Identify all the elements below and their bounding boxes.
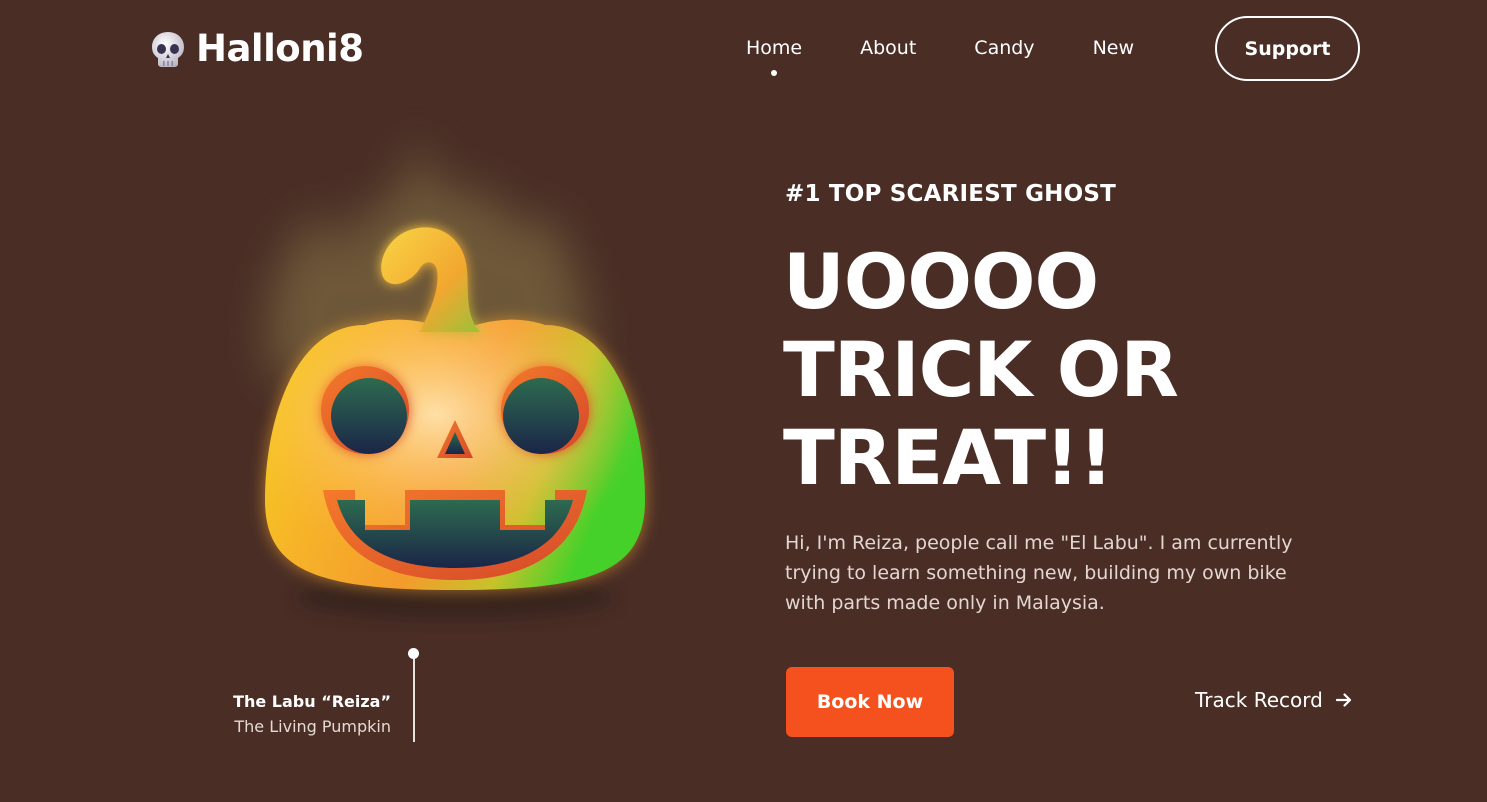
hero-description: Hi, I'm Reiza, people call me "El Labu".… bbox=[785, 532, 1293, 614]
brand-logo[interactable]: Halloni8 bbox=[150, 27, 364, 70]
nav-item-home[interactable]: Home bbox=[746, 37, 803, 76]
skull-icon bbox=[152, 31, 184, 67]
nav-item-label: New bbox=[1092, 37, 1135, 59]
book-now-button[interactable]: Book Now bbox=[786, 667, 954, 737]
main-nav: Home About Candy New bbox=[720, 0, 1192, 96]
track-record-label: Track Record bbox=[1195, 688, 1323, 712]
track-record-link[interactable]: Track Record bbox=[1195, 688, 1353, 712]
character-subtitle: The Living Pumpkin bbox=[234, 717, 391, 736]
headline-line: TREAT!! bbox=[783, 413, 1113, 502]
caption-pin bbox=[408, 648, 419, 659]
nav-item-label: About bbox=[860, 37, 917, 59]
brand-name: Halloni8 bbox=[196, 27, 364, 70]
hero-headline: UOOOO TRICK OR TREAT!! bbox=[783, 237, 1179, 502]
headline-line: TRICK OR bbox=[783, 325, 1179, 414]
nav-item-label: Candy bbox=[974, 37, 1035, 59]
nav-item-label: Home bbox=[746, 37, 803, 59]
active-indicator bbox=[771, 70, 778, 76]
character-name: The Labu “Reiza” bbox=[233, 692, 391, 711]
caption-connector-line bbox=[413, 654, 415, 742]
headline-line: UOOOO bbox=[783, 237, 1099, 326]
hero-eyebrow: #1 TOP SCARIEST GHOST bbox=[785, 181, 1117, 207]
jack-o-lantern-pumpkin bbox=[265, 140, 645, 620]
nav-item-new[interactable]: New bbox=[1093, 37, 1134, 59]
pumpkin-illustration bbox=[215, 120, 685, 640]
arrow-right-icon bbox=[1335, 693, 1351, 707]
support-button[interactable]: Support bbox=[1215, 16, 1360, 81]
nav-item-about[interactable]: About bbox=[860, 37, 916, 59]
character-caption: The Labu “Reiza” The Living Pumpkin bbox=[233, 692, 391, 736]
nav-item-candy[interactable]: Candy bbox=[974, 37, 1034, 59]
